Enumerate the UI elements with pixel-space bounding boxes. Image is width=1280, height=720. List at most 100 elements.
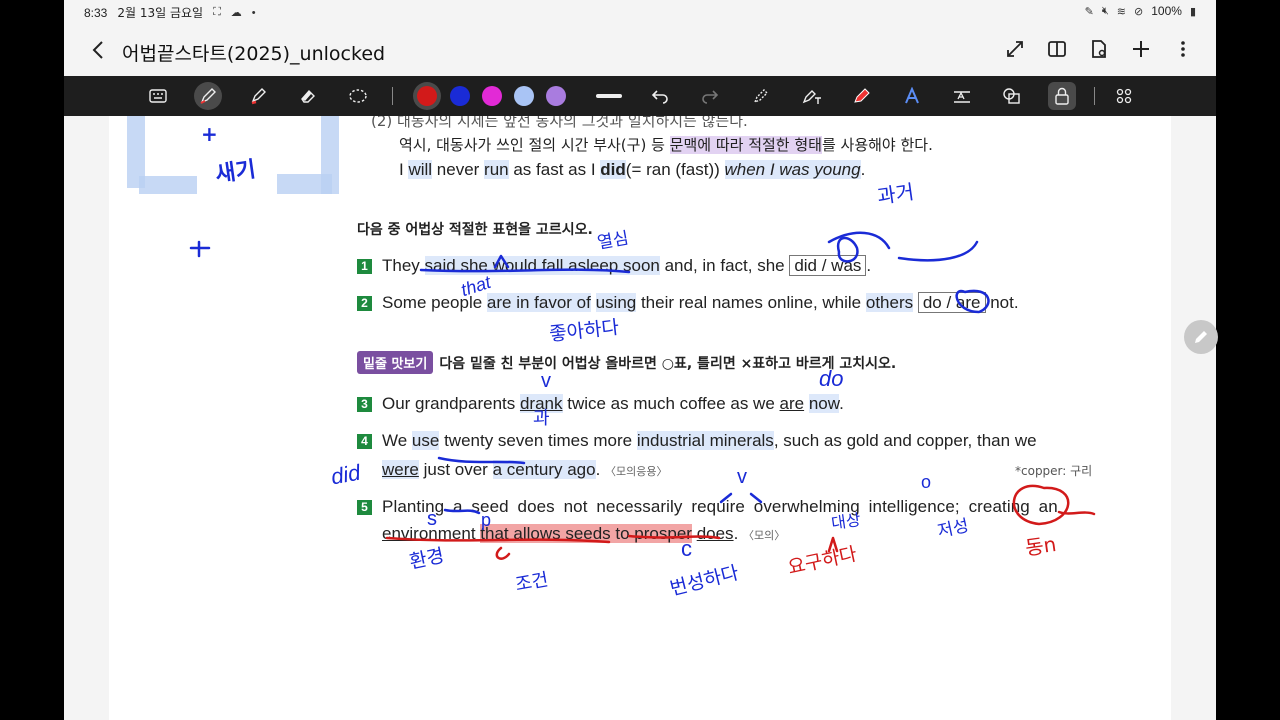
question-4: 4 We use twenty seven times more industri…	[357, 431, 1037, 451]
highlighter-tool[interactable]	[244, 82, 272, 110]
q5-does: does	[696, 524, 734, 543]
q4-e: , such as gold and copper, than we	[773, 431, 1037, 450]
question-5-line-2: environment that allows seeds to prosper…	[382, 524, 785, 544]
text-style-tool[interactable]	[898, 82, 926, 110]
screenshot-icon: ⛶	[213, 6, 221, 18]
rule-text: 역시, 대동사가 쓰인 절의 시간 부사(구) 등 문맥에 따라 적절한 형태를…	[399, 134, 933, 155]
text-pen-tool[interactable]	[798, 82, 826, 110]
pen-settings-tool[interactable]	[748, 82, 776, 110]
q2-d: using	[595, 293, 637, 312]
ex-f: .	[860, 160, 866, 179]
pencil-icon	[1195, 331, 1207, 343]
q2-c	[591, 293, 596, 312]
handwriting-beonseonghada: 번성하다	[667, 561, 741, 601]
lasso-tool[interactable]	[344, 82, 372, 110]
keyboard-tool[interactable]	[144, 82, 172, 110]
book-icon	[1048, 41, 1066, 57]
q2-e: their real names online, while	[636, 293, 866, 312]
handwriting-gwa: 과	[533, 408, 550, 429]
eraser-tool[interactable]	[294, 82, 322, 110]
text-box-tool[interactable]	[948, 82, 976, 110]
q4-century: a century ago	[492, 460, 596, 479]
q4-line2-d: .	[595, 460, 601, 479]
handwriting-c: c	[681, 536, 692, 561]
color-magenta[interactable]	[482, 86, 502, 106]
q3-d: are	[779, 394, 805, 413]
q4-c: twenty seven times more	[439, 431, 637, 450]
q2-b: are in favor of	[486, 293, 591, 312]
page-view-button[interactable]	[1044, 36, 1070, 62]
q3-g: .	[839, 394, 844, 413]
more-notifications-icon: •	[251, 6, 256, 19]
q4-b: use	[411, 431, 440, 450]
handwriting-yoguhada: 요구하다	[785, 542, 859, 579]
pen-preset-tool[interactable]	[848, 82, 876, 110]
question-4-line-2: were just over a century ago. 〈모의응용〉	[382, 460, 668, 480]
plus-icon	[1133, 41, 1149, 57]
rule-text-highlight: 문맥에 따라 적절한 형태	[669, 136, 822, 154]
floating-edit-button[interactable]	[1184, 320, 1218, 354]
question-heading-1: 다음 중 어법상 적절한 표현을 고르시오.	[357, 222, 593, 238]
handwriting-daesang: 대상	[830, 510, 862, 533]
q4-line2-b: just over	[418, 460, 493, 479]
toolbar-divider	[392, 87, 393, 105]
handwriting-p: p	[481, 510, 492, 530]
document-title: 어법끝스타트(2025)_unlocked	[122, 43, 386, 65]
q1-choice-box: did / was	[789, 255, 867, 276]
tablet-screen: 8:33 2월 13일 금요일 ⛶ ☁ • ✎ 🔇︎ ≋ ⊘ 100% ▮ 어법…	[64, 0, 1216, 720]
pen-tool[interactable]	[194, 82, 222, 110]
color-light-blue[interactable]	[514, 86, 534, 106]
handwriting-s: s	[427, 508, 437, 530]
ex-when: when I was young	[724, 160, 861, 179]
app-title-bar: 어법끝스타트(2025)_unlocked	[64, 24, 1216, 76]
question-number-3: 3	[357, 397, 372, 412]
handwriting-yeolsim: 열심	[595, 228, 631, 254]
q3-f: now	[808, 394, 840, 413]
document-settings-button[interactable]	[1086, 36, 1112, 62]
red-swatch	[417, 86, 437, 106]
text-box-icon	[954, 91, 970, 103]
mute-icon: 🔇︎	[1101, 4, 1109, 17]
pen-settings-icon	[753, 89, 768, 104]
handwriting-dongn: 동n	[1023, 531, 1058, 561]
more-options-button[interactable]	[1170, 36, 1196, 62]
chevron-left-icon	[92, 41, 103, 59]
handwriting-saegi: 새기	[213, 157, 258, 188]
cloud-icon: ☁	[230, 7, 242, 19]
q4-were: were	[382, 460, 419, 479]
pen-icon	[200, 88, 216, 104]
handwriting-v-1: v	[541, 370, 551, 392]
ex-d: (= ran (fast))	[625, 160, 725, 179]
color-purple[interactable]	[546, 86, 566, 106]
q1-d: .	[866, 256, 872, 275]
question-number-5: 5	[357, 500, 372, 515]
highlighter-icon	[251, 88, 266, 105]
add-page-button[interactable]	[1128, 36, 1154, 62]
color-red-selected[interactable]	[413, 82, 441, 110]
undo-button[interactable]	[646, 82, 674, 110]
ex-will: will	[408, 160, 433, 179]
ex-c: as fast as I	[508, 160, 601, 179]
note-page[interactable]: (2) 대동사의 시제는 앞선 동사의 그것과 일치하지는 않는다. 역시, 대…	[109, 116, 1171, 720]
lock-tool[interactable]	[1048, 82, 1076, 110]
handwriting-hwangyeong: 환경	[407, 544, 447, 574]
question-2: 2 Some people are in favor of using their…	[357, 292, 1019, 313]
battery-icon: ▮	[1189, 5, 1196, 18]
handwriting-v-2: v	[737, 466, 747, 488]
more-tools-button[interactable]	[1110, 82, 1138, 110]
back-button[interactable]	[84, 36, 112, 64]
q3-a: Our grandparents	[382, 394, 520, 413]
status-bar: 8:33 2월 13일 금요일 ⛶ ☁ • ✎ 🔇︎ ≋ ⊘ 100% ▮	[64, 0, 1216, 24]
shapes-icon	[1003, 88, 1020, 104]
underline-badge: 밑줄 맛보기	[357, 351, 434, 374]
redo-button[interactable]	[696, 82, 724, 110]
color-blue[interactable]	[450, 86, 470, 106]
handwriting-layer	[189, 231, 1096, 560]
q5-source: 〈모의〉	[743, 529, 786, 542]
stroke-width-button[interactable]	[594, 82, 624, 110]
question-number-1: 1	[357, 259, 372, 274]
fullscreen-button[interactable]	[1002, 36, 1028, 62]
question-3: 3 Our grandparents drank twice as much co…	[357, 394, 844, 414]
question-number-4: 4	[357, 434, 372, 449]
shapes-tool[interactable]	[998, 82, 1026, 110]
